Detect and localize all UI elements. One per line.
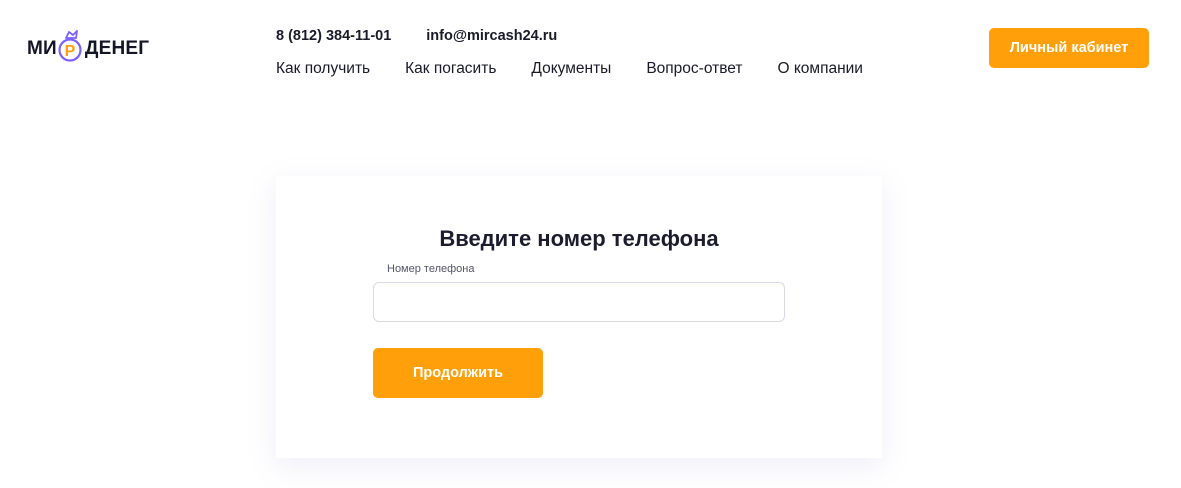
logo-word-1: МИ [27,38,57,59]
contacts: 8 (812) 384-11-01 info@mircash24.ru [276,28,557,44]
nav-item-about[interactable]: О компании [777,60,863,78]
nav-item-faq[interactable]: Вопрос-ответ [646,60,742,78]
site-header: МИ Р ДЕНЕГ 8 (812) 384-11-01 info@mircas… [0,0,1181,96]
main-nav: Как получить Как погасить Документы Вопр… [276,60,898,78]
ruble-coin-bag-icon: Р [58,30,82,62]
form-title: Введите номер телефона [439,226,719,251]
nav-item-how-to-repay[interactable]: Как погасить [405,60,496,78]
logo[interactable]: МИ Р ДЕНЕГ [27,30,150,64]
phone-form-card: Введите номер телефона Номер телефона Пр… [276,176,882,458]
personal-account-button[interactable]: Личный кабинет [989,28,1149,68]
nav-item-how-to-get[interactable]: Как получить [276,60,370,78]
phone-link[interactable]: 8 (812) 384-11-01 [276,28,391,44]
email-link[interactable]: info@mircash24.ru [426,28,557,44]
logo-mark-letter: Р [64,43,75,60]
phone-input[interactable] [373,282,785,322]
phone-field-label: Номер телефона [387,263,475,275]
continue-button[interactable]: Продолжить [373,348,543,398]
logo-word-2: ДЕНЕГ [84,38,150,59]
nav-item-documents[interactable]: Документы [531,60,611,78]
